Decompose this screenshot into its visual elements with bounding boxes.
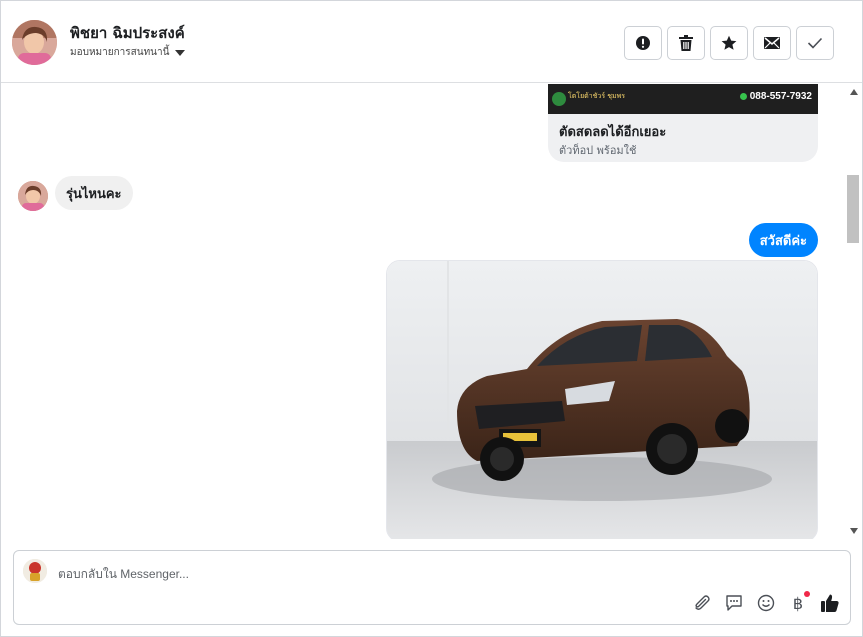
notification-dot [804,591,810,597]
emoji-button[interactable] [756,593,776,613]
mark-unread-button[interactable] [753,26,791,60]
saved-replies-button[interactable] [724,593,744,613]
payments-button[interactable]: ฿ [788,591,810,613]
smiley-icon [757,594,775,612]
contact-name[interactable]: พิชยา ฉิมประสงค์ [70,21,185,45]
delete-button[interactable] [667,26,705,60]
alert-circle-icon [636,36,650,50]
reply-composer: ฿ [13,550,851,625]
trash-icon [679,35,693,51]
mark-done-button[interactable] [796,26,834,60]
ad-reply-card[interactable]: โตโยต้าชัวร์ ชุมพร 088-557-7932 ตัดสดลดไ… [548,84,818,162]
scroll-up-arrow-icon[interactable] [850,89,858,95]
baht-icon: ฿ [792,593,804,613]
header-actions [624,26,834,60]
ad-phone-number: 088-557-7932 [749,91,812,102]
thumbs-up-icon [821,594,839,612]
composer-tools: ฿ [692,591,840,613]
dealer-logo-icon [552,92,566,106]
contact-avatar[interactable] [12,20,57,65]
assign-label: มอบหมายการสนทนานี้ [70,47,170,58]
page-avatar [23,559,47,583]
assign-conversation-dropdown[interactable]: มอบหมายการสนทนานี้ [70,45,186,60]
envelope-icon [764,37,780,49]
outgoing-message-bubble[interactable]: สวัสดีค่ะ [748,223,818,257]
message-thread[interactable]: โตโยต้าชัวร์ ชุมพร 088-557-7932 ตัดสดลดไ… [1,84,844,539]
reply-input[interactable] [58,564,658,584]
scrollbar-thumb[interactable] [847,175,859,243]
conversation-header: พิชยา ฉิมประสงค์ มอบหมายการสนทนานี้ [1,1,862,83]
ad-banner-image: โตโยต้าชัวร์ ชุมพร 088-557-7932 [548,84,818,114]
ad-title: ตัดสดลดได้อีกเยอะ [559,125,667,140]
chat-bubble-icon [726,595,742,611]
sender-avatar[interactable] [18,181,48,211]
ad-subtitle: ตัวท็อป พร้อมใช้ [559,144,637,157]
phone-icon [739,93,747,100]
conversation-panel: พิชยา ฉิมประสงค์ มอบหมายการสนทนานี้ โตโย… [0,0,863,637]
star-button[interactable] [710,26,748,60]
car-photo-attachment[interactable] [386,260,818,539]
paperclip-icon [695,595,710,610]
ad-brand-text: โตโยต้าชัวร์ ชุมพร [568,92,626,100]
caret-down-icon [175,49,186,56]
check-icon [807,37,823,49]
scroll-down-arrow-icon[interactable] [850,528,858,534]
like-button[interactable] [820,593,840,613]
thread-scrollbar[interactable] [845,84,862,539]
incoming-message-bubble[interactable]: รุ่นไหนคะ [55,176,133,210]
attach-button[interactable] [692,593,712,613]
star-icon [721,35,737,50]
mark-spam-button[interactable] [624,26,662,60]
